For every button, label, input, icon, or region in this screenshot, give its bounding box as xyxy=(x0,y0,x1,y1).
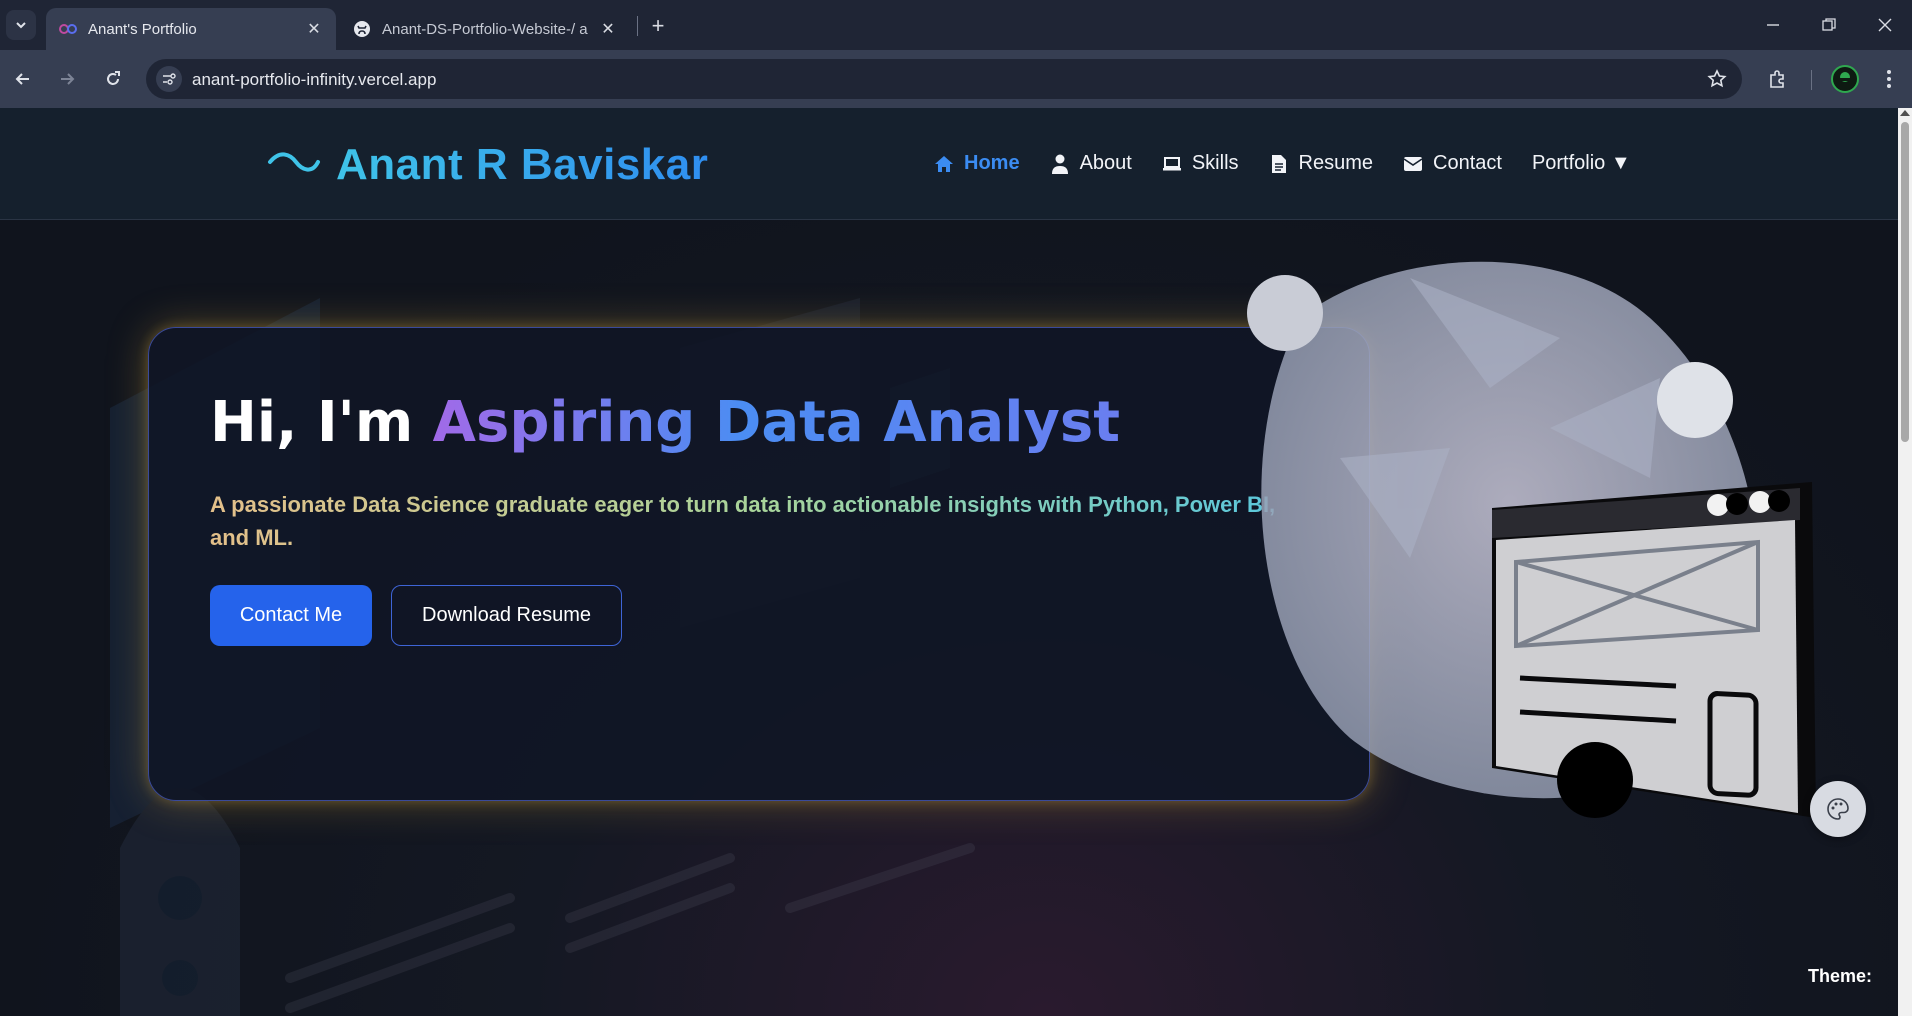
github-icon xyxy=(352,19,372,39)
page-viewport: Anant R Baviskar Home About Skills Resum… xyxy=(0,108,1898,1016)
theme-label: Theme: xyxy=(1808,966,1873,986)
arrow-right-icon xyxy=(61,73,75,85)
more-vertical-icon xyxy=(1887,70,1891,88)
new-tab-button[interactable]: + xyxy=(644,12,672,40)
contact-me-button[interactable]: Contact Me xyxy=(210,585,372,646)
browser-tab-bar: Anant's Portfolio ✕ Anant-DS-Portfolio-W… xyxy=(0,0,1912,50)
hero-title: Hi, I'm Aspiring Data Analyst xyxy=(210,390,1120,455)
tab-divider xyxy=(637,16,638,36)
nav-label: Skills xyxy=(1191,152,1239,174)
chevron-down-icon xyxy=(16,22,26,29)
forward-button[interactable] xyxy=(52,64,82,94)
envelope-icon xyxy=(1403,154,1423,174)
page-scrollbar[interactable] xyxy=(1898,108,1912,1016)
url-text: anant-portfolio-infinity.vercel.app xyxy=(192,70,437,89)
tab-portfolio[interactable]: Anant's Portfolio ✕ xyxy=(46,8,336,50)
back-button[interactable] xyxy=(8,64,38,94)
file-icon xyxy=(1269,154,1289,174)
palette-icon xyxy=(1827,798,1849,820)
browser-toolbar: anant-portfolio-infinity.vercel.app xyxy=(0,50,1912,108)
puzzle-icon xyxy=(1770,70,1784,88)
browser-menu-button[interactable] xyxy=(1874,64,1904,94)
scroll-thumb[interactable] xyxy=(1901,122,1909,442)
web-design-illustration xyxy=(1247,261,1816,818)
main-nav: Home About Skills Resume Contact Portfol… xyxy=(934,152,1661,175)
laptop-icon xyxy=(1162,154,1182,174)
site-logo[interactable]: Anant R Baviskar xyxy=(336,140,708,190)
hero-role: Aspiring Data Analyst xyxy=(432,390,1121,455)
arrow-left-icon xyxy=(15,73,29,85)
site-header: Anant R Baviskar Home About Skills Resum… xyxy=(0,108,1898,220)
restore-button[interactable] xyxy=(1802,0,1856,50)
nav-label: Contact xyxy=(1433,152,1502,174)
download-resume-button[interactable]: Download Resume xyxy=(391,585,622,646)
minimize-icon xyxy=(1767,24,1779,26)
close-tab-icon[interactable]: ✕ xyxy=(598,19,618,39)
restore-icon xyxy=(1822,18,1836,31)
nav-label: About xyxy=(1079,152,1132,174)
site-info-icon[interactable] xyxy=(156,66,182,92)
user-icon xyxy=(1050,154,1070,174)
theme-switcher-button[interactable] xyxy=(1810,781,1866,837)
extensions-button[interactable] xyxy=(1762,64,1792,94)
nav-item-skills[interactable]: Skills xyxy=(1162,152,1239,175)
tab-search-button[interactable] xyxy=(6,10,36,40)
hero-subtitle: A passionate Data Science graduate eager… xyxy=(210,488,1310,554)
toolbar-divider xyxy=(1811,70,1812,90)
nav-item-resume[interactable]: Resume xyxy=(1269,152,1373,175)
address-bar[interactable]: anant-portfolio-infinity.vercel.app xyxy=(146,59,1742,99)
scroll-up-arrow-icon[interactable] xyxy=(1900,110,1910,116)
nav-label: Home xyxy=(964,152,1020,174)
hero-card: Hi, I'm Aspiring Data Analyst A passiona… xyxy=(148,327,1370,801)
nav-item-about[interactable]: About xyxy=(1050,152,1132,175)
hero-greeting: Hi, I'm xyxy=(210,390,433,455)
nav-item-contact[interactable]: Contact xyxy=(1403,152,1502,175)
tab-title: Anant's Portfolio xyxy=(88,20,197,38)
wave-logo-icon xyxy=(268,152,320,172)
bookmark-star-icon[interactable] xyxy=(1706,68,1728,90)
nav-item-home[interactable]: Home xyxy=(934,152,1020,175)
reload-icon xyxy=(107,71,120,85)
home-icon xyxy=(934,154,954,174)
reload-button[interactable] xyxy=(98,64,128,94)
close-window-button[interactable] xyxy=(1858,0,1912,50)
nav-label: Resume xyxy=(1298,152,1373,174)
tab-title: Anant-DS-Portfolio-Website-/ a xyxy=(382,20,588,38)
infinity-favicon-icon xyxy=(58,19,78,39)
close-tab-icon[interactable]: ✕ xyxy=(304,19,324,39)
nav-item-portfolio-dropdown[interactable]: Portfolio ▼ xyxy=(1532,152,1631,175)
profile-avatar[interactable] xyxy=(1831,65,1859,93)
minimize-button[interactable] xyxy=(1746,0,1800,50)
tab-github[interactable]: Anant-DS-Portfolio-Website-/ a ✕ xyxy=(340,8,630,50)
nav-label: Portfolio ▼ xyxy=(1531,152,1631,174)
close-icon xyxy=(1878,18,1892,32)
